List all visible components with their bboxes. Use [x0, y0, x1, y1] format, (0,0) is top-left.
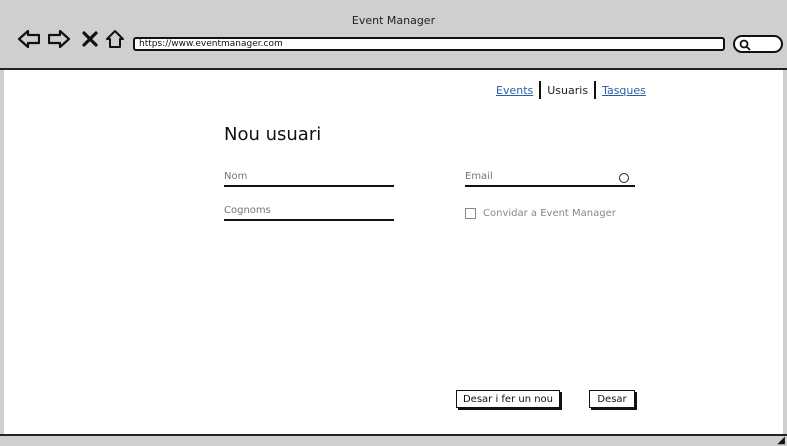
page-title: Nou usuari — [224, 124, 322, 145]
save-button[interactable]: Desar — [589, 390, 635, 408]
nav-link-events[interactable]: Events — [492, 84, 537, 97]
browser-chrome: Event Manager https://www.eventmanager.c… — [0, 0, 787, 70]
home-icon[interactable] — [104, 28, 126, 50]
top-navigation: Events Usuaris Tasques — [492, 80, 650, 100]
nav-separator — [594, 81, 597, 99]
search-field[interactable] — [733, 35, 783, 53]
nom-input[interactable] — [224, 171, 394, 182]
resize-handle-icon[interactable]: ◢ — [777, 435, 785, 446]
save-and-new-button[interactable]: Desar i fer un nou — [456, 390, 560, 408]
nom-field[interactable] — [224, 171, 394, 187]
forward-arrow-icon[interactable] — [48, 28, 70, 50]
invite-option[interactable]: Convidar a Event Manager — [465, 208, 616, 219]
window-title: Event Manager — [351, 14, 436, 27]
email-input[interactable] — [465, 171, 635, 182]
nav-separator — [539, 81, 542, 99]
back-arrow-icon[interactable] — [18, 28, 40, 50]
window-frame-right — [783, 70, 787, 434]
nav-link-usuaris[interactable]: Usuaris — [543, 84, 592, 97]
invite-label: Convidar a Event Manager — [483, 208, 616, 219]
page-content: Events Usuaris Tasques Nou usuari Convid… — [4, 70, 783, 434]
cognoms-field[interactable] — [224, 205, 394, 221]
email-field[interactable] — [465, 171, 635, 187]
email-status-icon — [619, 173, 629, 183]
search-icon — [739, 39, 751, 51]
invite-checkbox[interactable] — [465, 208, 476, 219]
cognoms-input[interactable] — [224, 205, 394, 216]
close-icon[interactable] — [79, 28, 101, 50]
address-bar[interactable]: https://www.eventmanager.com — [133, 37, 725, 51]
nav-link-tasques[interactable]: Tasques — [598, 84, 650, 97]
browser-window: Event Manager https://www.eventmanager.c… — [0, 0, 787, 446]
status-bar: ◢ — [0, 434, 787, 446]
